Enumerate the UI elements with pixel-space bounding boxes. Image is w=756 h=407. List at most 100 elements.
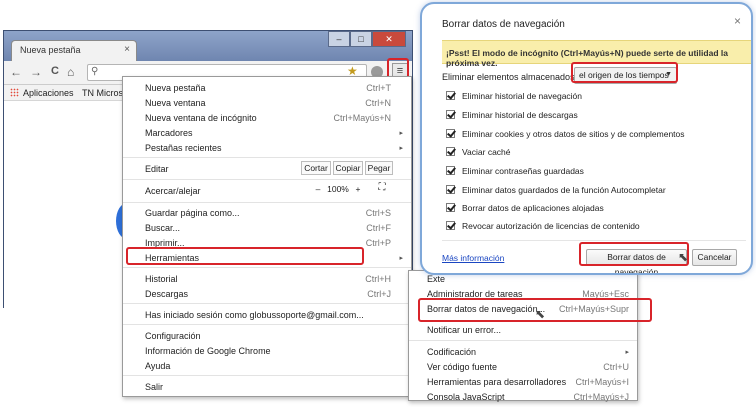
search-icon: ⚲ [91,66,99,77]
time-range-highlight [571,62,678,83]
shortcut-view-source: Ctrl+U [603,362,629,372]
submenu-item-developer-tools[interactable]: Herramientas para desarrolladores [427,377,566,387]
checkbox-label: Eliminar contraseñas guardadas [462,166,584,176]
checkbox-row[interactable]: Eliminar cookies y otros datos de sitios… [446,129,685,141]
checkbox[interactable] [446,166,455,175]
apps-grid-icon [10,88,19,97]
menu-item-help[interactable]: Ayuda [145,361,170,371]
zoom-out-button[interactable]: – [311,183,325,197]
clear-button-highlight [579,242,689,266]
shortcut-save-page: Ctrl+S [365,208,391,218]
checkbox-row[interactable]: Eliminar historial de descargas [446,110,578,122]
menu-item-zoom: Acercar/alejar [145,186,201,196]
fullscreen-icon[interactable]: ⛶ [373,182,391,197]
title-bar: Nueva pestaña × – □ ✕ [4,31,412,61]
forward-icon[interactable]: → [30,65,42,79]
submenu-divider [409,340,637,341]
checkbox-label: Eliminar datos guardados de la función A… [462,185,666,195]
mouse-cursor-icon: ⬉ [535,307,546,321]
menu-divider [123,303,411,304]
tools-submenu: Exte Administrador de tareas Mayús+Esc B… [408,270,638,402]
incognito-tip-banner: ¡Psst! El modo de incógnito (Ctrl+Mayús+… [442,40,751,68]
chevron-right-icon: ▸ [399,255,403,262]
menu-item-find[interactable]: Buscar... [145,223,180,233]
checkbox-label: Eliminar cookies y otros datos de sitios… [462,129,685,139]
more-info-link[interactable]: Más información [442,253,504,263]
shortcut-developer-tools: Ctrl+Mayús+I [575,377,629,387]
checkbox[interactable] [446,221,455,230]
zoom-level: 100% [327,184,349,194]
menu-item-bookmarks[interactable]: Marcadores [145,128,193,138]
shortcut-history: Ctrl+H [365,274,391,284]
checkbox-row[interactable]: Borrar datos de aplicaciones alojadas [446,203,604,215]
dialog-title: Borrar datos de navegación [442,19,565,30]
mouse-cursor-icon: ⬉ [678,250,689,264]
menu-item-about-chrome[interactable]: Información de Google Chrome [145,346,271,356]
menu-item-history[interactable]: Historial [145,274,178,284]
shortcut-incognito: Ctrl+Mayús+N [333,113,391,123]
cancel-button[interactable]: Cancelar [692,249,737,266]
dialog-divider [442,240,746,241]
chevron-right-icon: ▸ [399,130,403,137]
menu-item-settings[interactable]: Configuración [145,331,201,341]
checkbox[interactable] [446,147,455,156]
checkbox-label: Eliminar historial de descargas [462,110,578,120]
submenu-item-encoding[interactable]: Codificación [427,347,476,357]
menu-divider [123,179,411,180]
submenu-item-extensions[interactable]: Exte [427,274,445,284]
menu-item-downloads[interactable]: Descargas [145,289,188,299]
chevron-right-icon: ▸ [399,145,403,152]
bookmark-apps[interactable]: Aplicaciones [23,88,74,98]
menu-item-save-page[interactable]: Guardar página como... [145,208,240,218]
cut-button[interactable]: Cortar [301,161,331,175]
shortcut-find: Ctrl+F [366,223,391,233]
shortcut-new-tab: Ctrl+T [366,83,391,93]
menu-item-exit[interactable]: Salir [145,382,163,392]
zoom-in-button[interactable]: + [351,183,365,197]
tools-highlight [126,247,364,265]
tab-title: Nueva pestaña [20,45,81,55]
checkbox[interactable] [446,129,455,138]
menu-divider [123,267,411,268]
checkbox-label: Revocar autorización de licencias de con… [462,221,640,231]
clear-browsing-data-dialog: Borrar datos de navegación × ¡Psst! El m… [420,2,753,275]
menu-divider [123,202,411,203]
home-icon[interactable]: ⌂ [67,65,74,79]
menu-item-incognito[interactable]: Nueva ventana de incógnito [145,113,257,123]
back-icon[interactable]: ← [10,65,22,79]
submenu-item-report-issue[interactable]: Notificar un error... [427,325,501,335]
menu-item-recent-tabs[interactable]: Pestañas recientes [145,143,222,153]
menu-divider [123,157,411,158]
checkbox-row[interactable]: Vaciar caché [446,147,511,159]
window-close-button[interactable]: ✕ [372,31,406,47]
checkbox-row[interactable]: Revocar autorización de licencias de con… [446,221,640,233]
menu-item-new-tab[interactable]: Nueva pestaña [145,83,206,93]
checkbox[interactable] [446,110,455,119]
menu-item-edit: Editar [145,164,169,174]
checkbox-row[interactable]: Eliminar datos guardados de la función A… [446,185,666,197]
checkbox-label: Vaciar caché [462,147,511,157]
menu-item-signed-in[interactable]: Has iniciado sesión como globussoporte@g… [145,310,364,320]
menu-item-new-window[interactable]: Nueva ventana [145,98,206,108]
window-controls: – □ ✕ [328,31,406,47]
shortcut-new-window: Ctrl+N [365,98,391,108]
minimize-button[interactable]: – [328,31,350,47]
tab-close-icon[interactable]: × [124,44,130,55]
checkbox[interactable] [446,91,455,100]
maximize-button[interactable]: □ [350,31,372,47]
submenu-item-js-console[interactable]: Consola JavaScript [427,392,505,402]
copy-button[interactable]: Copiar [333,161,363,175]
shortcut-print: Ctrl+P [365,238,391,248]
checkbox-label: Borrar datos de aplicaciones alojadas [462,203,604,213]
tab-new-tab[interactable]: Nueva pestaña × [11,40,137,61]
shortcut-js-console: Ctrl+Mayús+J [573,392,629,402]
close-icon[interactable]: × [734,14,741,28]
chevron-right-icon: ▸ [625,349,629,356]
checkbox-row[interactable]: Eliminar historial de navegación [446,91,582,103]
checkbox[interactable] [446,185,455,194]
checkbox[interactable] [446,203,455,212]
paste-button[interactable]: Pegar [365,161,393,175]
submenu-item-view-source[interactable]: Ver código fuente [427,362,497,372]
checkbox-row[interactable]: Eliminar contraseñas guardadas [446,166,584,178]
reload-icon[interactable]: C [51,65,59,77]
